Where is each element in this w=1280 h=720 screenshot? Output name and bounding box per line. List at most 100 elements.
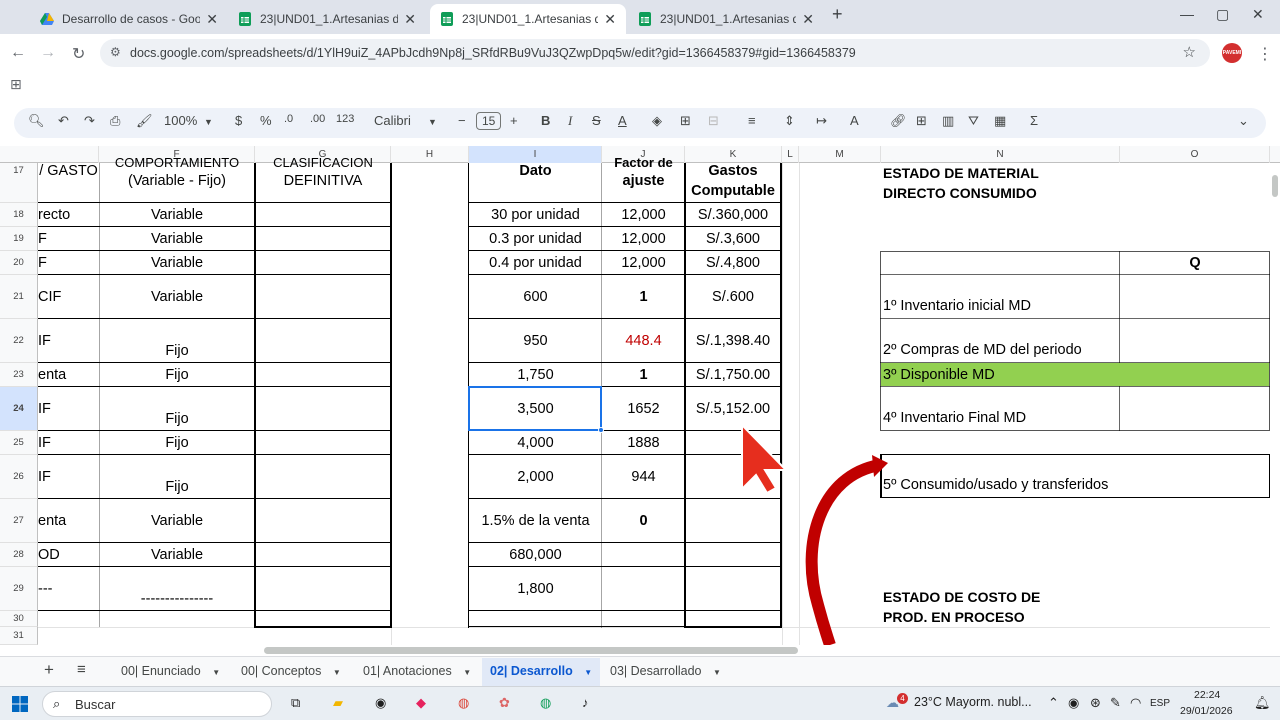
table-cell-i[interactable]: 1,750 [469, 363, 602, 387]
table-cell-f[interactable]: --------------- [99, 589, 255, 609]
currency-format-button[interactable]: $ [235, 113, 242, 128]
table-cell-f[interactable]: Fijo [99, 477, 255, 497]
header-comportamiento[interactable]: (Variable - Fijo) [99, 172, 255, 190]
chevron-down-icon[interactable]: ▼ [204, 117, 213, 127]
apps-grid-icon[interactable]: ⊞ [10, 76, 22, 93]
clock-date[interactable]: 29/01/2026 [1180, 705, 1233, 717]
table-cell-e[interactable]: enta [38, 499, 99, 543]
proceso-title-2[interactable]: PROD. EN PROCESO [883, 608, 1118, 626]
chevron-down-icon[interactable]: ▼ [584, 668, 592, 677]
wifi-icon[interactable]: ◠ [1130, 695, 1141, 711]
increase-decimal-button[interactable]: .00 [310, 113, 325, 125]
chevron-down-icon[interactable]: ▼ [212, 668, 220, 677]
header-clasificacion[interactable]: DEFINITIVA [255, 172, 391, 190]
url-input[interactable]: ⚙ docs.google.com/spreadsheets/d/1YlH9ui… [100, 39, 1210, 67]
table-cell-f[interactable]: Variable [99, 251, 255, 275]
italic-icon[interactable]: I [568, 113, 572, 129]
table-cell-f[interactable]: Fijo [99, 363, 255, 387]
table-cell-j[interactable]: 944 [602, 455, 685, 499]
table-cell-k[interactable]: S/.360,000 [685, 203, 781, 227]
close-icon[interactable]: ✕ [802, 11, 814, 28]
tiktok-icon[interactable]: ♪ [582, 695, 589, 710]
sheet-tab-desarrollo[interactable]: 02| Desarrollo ▼ [482, 658, 601, 686]
table-cell-j[interactable]: 1 [602, 363, 685, 387]
paint-format-icon[interactable]: 🖌︎ [136, 113, 153, 129]
table-cell-e[interactable]: F [38, 251, 99, 275]
scrollbar-thumb[interactable] [1272, 175, 1278, 197]
merge-cells-icon[interactable]: ⊟ [708, 113, 719, 129]
column-header-m[interactable]: M [799, 146, 881, 163]
table-cell-f[interactable]: Fijo [99, 409, 255, 429]
chevron-down-icon[interactable]: ▼ [428, 117, 437, 127]
column-header-k[interactable]: K [685, 146, 782, 163]
font-size-input[interactable]: 15 [476, 112, 502, 130]
bold-icon[interactable]: B [541, 113, 550, 128]
forward-icon[interactable]: → [40, 44, 56, 62]
header-dato[interactable]: Dato [469, 163, 602, 179]
profile-avatar[interactable]: PAVEMI [1222, 43, 1242, 63]
tiktok-app-icon[interactable]: ◆ [416, 695, 426, 711]
table-cell-k[interactable] [685, 499, 781, 543]
table-cell-k[interactable]: S/.3,600 [685, 227, 781, 251]
language-indicator[interactable]: ESP [1150, 698, 1170, 709]
file-explorer-icon[interactable]: ▰ [333, 695, 343, 711]
row-header-20[interactable]: 20 [0, 251, 38, 275]
browser-tab-2[interactable]: 23|UND01_1.Artesanias del Perú ✕ [228, 4, 426, 34]
fill-handle[interactable] [598, 427, 604, 433]
table-cell-e[interactable]: IF [38, 319, 99, 363]
table-cell-i[interactable]: 680,000 [469, 543, 602, 567]
tray-chevron-icon[interactable]: ⌃ [1048, 695, 1059, 711]
table-cell-k[interactable]: S/.1,398.40 [685, 319, 781, 363]
table-cell-j[interactable]: 1888 [602, 431, 685, 455]
browser-tab-3-active[interactable]: 23|UND01_1.Artesanias del Perú ✕ [430, 4, 626, 34]
borders-icon[interactable]: ⊞ [680, 113, 691, 129]
font-size-decrease-button[interactable]: − [458, 113, 466, 128]
header-computable[interactable]: Computable [685, 182, 781, 200]
text-color-icon[interactable]: A [618, 113, 627, 128]
vertical-scrollbar[interactable] [1270, 163, 1280, 645]
table-cell-i[interactable]: 4,000 [469, 431, 602, 455]
table-cell-i[interactable]: 600 [469, 275, 602, 319]
close-icon[interactable]: ✕ [604, 11, 616, 28]
strikethrough-icon[interactable]: S [592, 113, 601, 128]
chevron-down-icon[interactable]: ▼ [713, 668, 721, 677]
table-cell-j[interactable] [602, 543, 685, 567]
table-cell-j[interactable]: 0 [602, 499, 685, 543]
pen-icon[interactable]: ✎ [1110, 695, 1121, 711]
table-cell-e[interactable]: CIF [38, 275, 99, 319]
table-cell-e[interactable]: F [38, 227, 99, 251]
header-gastos[interactable]: Gastos [685, 163, 781, 179]
filter-icon[interactable]: ⛛ [968, 113, 979, 129]
fill-color-icon[interactable]: ◈ [652, 113, 662, 129]
sheet-tab-desarrollado[interactable]: 03| Desarrollado ▼ [610, 664, 721, 678]
table-cell-j[interactable]: 12,000 [602, 251, 685, 275]
material-item-3[interactable]: 3º Disponible MD [883, 364, 1118, 385]
material-item-1[interactable]: 1º Inventario inicial MD [883, 296, 1118, 316]
table-cell-f[interactable]: Variable [99, 275, 255, 319]
collapse-toolbar-icon[interactable]: ⌄ [1238, 113, 1249, 129]
table-cell-f[interactable]: Fijo [99, 341, 255, 361]
table-cell-e[interactable]: IF [38, 387, 99, 431]
filter-views-icon[interactable]: ▦ [994, 113, 1006, 129]
table-cell-j[interactable]: 448.4 [602, 319, 685, 363]
table-cell-e[interactable]: enta [38, 363, 99, 387]
sheet-tab-enunciado[interactable]: 00| Enunciado ▼ [121, 664, 220, 678]
add-sheet-button[interactable]: + [44, 660, 54, 680]
undo-icon[interactable]: ↶ [58, 113, 69, 129]
material-title-2[interactable]: DIRECTO CONSUMIDO [883, 184, 1118, 202]
table-cell-k[interactable]: S/.600 [685, 275, 781, 319]
print-icon[interactable]: ⎙ [110, 113, 120, 129]
percent-format-button[interactable]: % [260, 113, 272, 128]
chevron-down-icon[interactable]: ▼ [333, 668, 341, 677]
table-cell-i[interactable]: 1,800 [469, 567, 602, 611]
table-cell-j[interactable] [602, 567, 685, 611]
font-size-increase-button[interactable]: + [510, 113, 518, 128]
row-header-19[interactable]: 19 [0, 227, 38, 251]
column-header[interactable] [38, 146, 99, 163]
horizontal-align-icon[interactable]: ≡ [748, 113, 756, 128]
table-cell-k[interactable]: S/.1,750.00 [685, 363, 781, 387]
search-icon[interactable]: 🔍︎ [28, 113, 45, 129]
new-tab-button[interactable]: + [832, 4, 843, 25]
table-cell-i[interactable]: 2,000 [469, 455, 602, 499]
text-wrap-icon[interactable]: ↦ [816, 113, 827, 129]
